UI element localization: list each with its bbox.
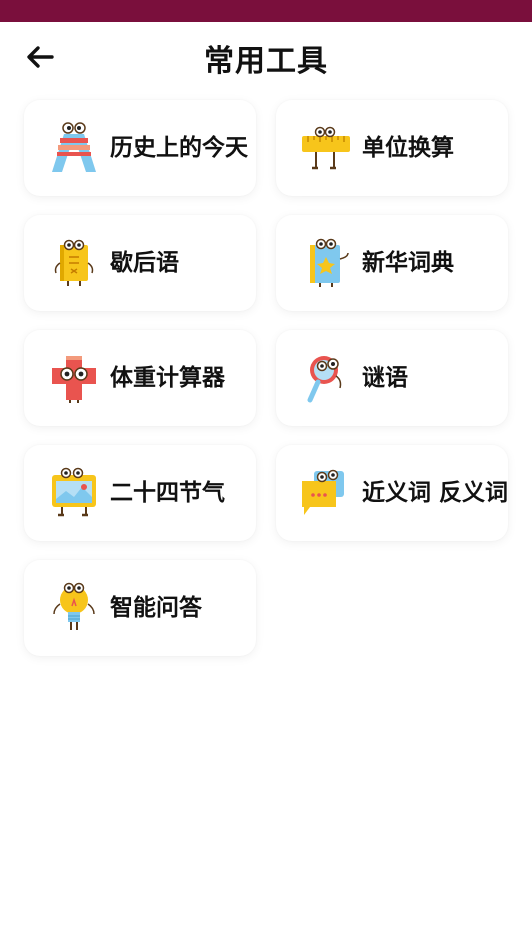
status-bar [0, 0, 532, 22]
history-today-icon [52, 122, 96, 172]
header: 常用工具 [0, 22, 532, 92]
tool-card-solar-terms[interactable]: 二十四节气 [24, 445, 256, 541]
tool-card-synonym-antonym[interactable]: 近义词 反义词 [276, 445, 508, 541]
weight-calculator-icon [52, 356, 96, 403]
riddle-magnifier-icon [307, 356, 342, 403]
tool-label: 歇后语 [110, 250, 179, 276]
tool-label: 谜语 [362, 365, 408, 391]
tool-label: 单位换算 [362, 135, 454, 161]
tool-card-riddle[interactable]: 谜语 [276, 330, 508, 426]
page-title: 常用工具 [204, 44, 328, 79]
tool-label: 历史上的今天 [110, 135, 248, 161]
tool-card-history-today[interactable]: 历史上的今天 [24, 100, 256, 196]
tool-card-saying[interactable]: 歇后语 [24, 215, 256, 311]
tool-card-dictionary[interactable]: 新华词典 [276, 215, 508, 311]
dictionary-icon [310, 238, 349, 287]
tool-card-smart-qa[interactable]: 智能问答 [24, 560, 256, 656]
saying-book-icon [54, 239, 94, 286]
synonym-antonym-icon [302, 469, 344, 515]
tool-card-unit-convert[interactable]: 单位换算 [276, 100, 508, 196]
tool-label: 二十四节气 [110, 480, 225, 506]
smart-qa-bulb-icon [53, 582, 95, 630]
tool-label: 近义词 反义词 [362, 480, 509, 506]
tool-label: 体重计算器 [110, 365, 225, 391]
tool-label: 智能问答 [110, 595, 202, 621]
tool-card-weight-calculator[interactable]: 体重计算器 [24, 330, 256, 426]
solar-terms-icon [52, 467, 96, 517]
tool-label: 新华词典 [362, 250, 454, 276]
unit-convert-icon [302, 126, 350, 170]
